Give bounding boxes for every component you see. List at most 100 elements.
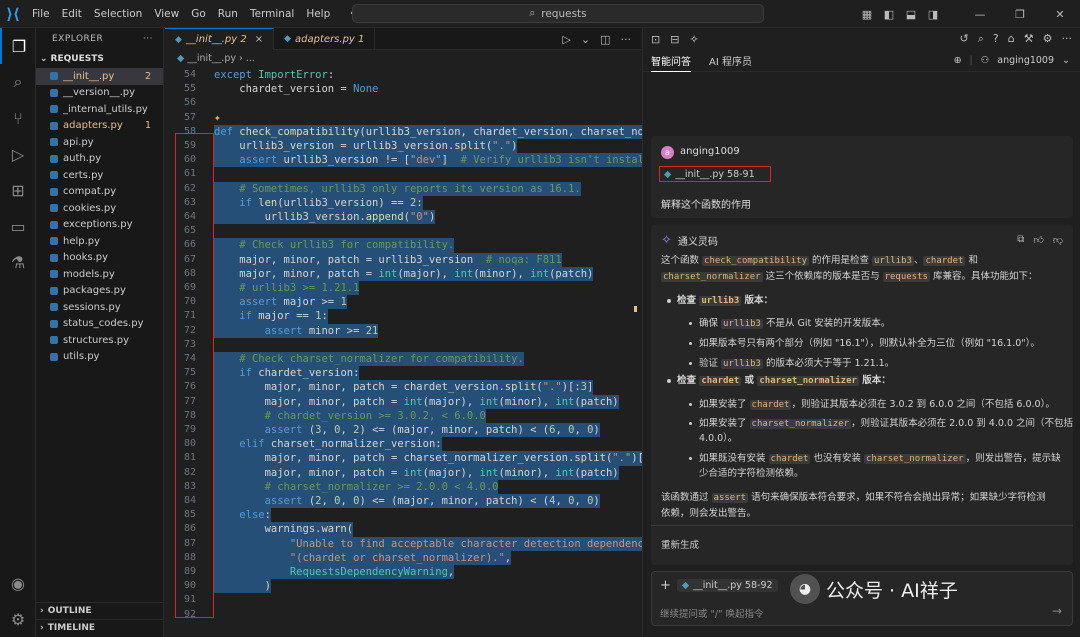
file-item[interactable]: help.py [36,233,163,250]
user-menu[interactable]: ⊕ | ⚇ anging1009 ⌄ [954,55,1070,66]
tab-ai-coder[interactable]: AI 程序员 [709,53,752,68]
more-actions-icon[interactable]: ··· [621,33,632,46]
folder-requests[interactable]: ⌄ REQUESTS [36,50,163,68]
tab-adapters-py[interactable]: ◆ adapters.py 1 [274,28,376,50]
code-line[interactable]: 90 ) [165,579,641,594]
file-item[interactable]: utils.py [36,349,163,366]
run-debug-icon[interactable]: ▷ [0,136,36,172]
code-line[interactable]: 65 [165,224,641,238]
file-item[interactable]: packages.py [36,283,163,300]
file-item[interactable]: cookies.py [36,200,163,217]
code-line[interactable]: 58 def check_compatibility(urllib3_versio… [165,124,682,139]
command-center-search[interactable]: ⌕ requests [352,4,764,23]
code-line[interactable]: 54 except ImportError: [165,68,641,82]
code-line[interactable]: 66 # Check urllib3 for compatibility. [165,238,641,253]
code-line[interactable]: 81 major, minor, patch = charset_normali… [165,451,663,466]
toggle-panel-icon[interactable]: ⬓ [900,8,922,21]
code-line[interactable]: 80 elif charset_normalizer_version: [165,437,641,452]
chevron-down-icon[interactable]: ⌄ [581,33,590,46]
code-line[interactable]: 62 # Sometimes, urllib3 only reports its… [165,181,641,196]
code-line[interactable]: 69 # urllib3 >= 1.21.1 [165,281,641,296]
code-line[interactable]: 89 RequestsDependencyWarning, [165,565,641,580]
menu-item-go[interactable]: Go [185,8,212,20]
tongyi-logo-icon[interactable]: ✧ [689,33,698,46]
code-line[interactable]: 77 major, minor, patch = int(major), int… [165,394,641,409]
code-line[interactable]: 79 assert (3, 0, 2) <= (major, minor, pa… [165,423,641,438]
extensions-icon[interactable]: ⊞ [0,172,36,208]
code-line[interactable]: 74 # Check charset_normalizer for compat… [165,352,641,367]
timeline-section[interactable]: › TIMELINE [36,619,164,636]
code-line[interactable]: 59 urllib3_version = urllib3_version.spl… [165,139,641,154]
run-icon[interactable]: ▷ [562,33,570,46]
file-item[interactable]: hooks.py [36,250,163,267]
settings-gear-icon[interactable]: ⚙ [0,601,36,637]
account-icon[interactable]: ◉ [0,565,36,601]
code-line[interactable]: 60 assert urllib3_version != ["dev"] # V… [165,153,682,168]
menu-item-run[interactable]: Run [212,8,244,20]
code-line[interactable]: 72 assert minor >= 21 [165,323,641,338]
menu-item-edit[interactable]: Edit [56,8,88,20]
breadcrumb-symbol[interactable]: ... [246,53,255,64]
code-line[interactable]: 57 [165,111,641,125]
source-control-icon[interactable]: ⑂ [0,100,36,136]
menu-item-selection[interactable]: Selection [88,8,148,20]
outline-section[interactable]: › OUTLINE [36,602,164,619]
new-chat-icon[interactable]: ⊕ [954,55,962,66]
file-item[interactable]: sessions.py [36,299,163,316]
file-item[interactable]: exceptions.py [36,217,163,234]
file-item[interactable]: __init__.py 2 [36,68,163,85]
minimize-icon[interactable]: — [960,8,1000,21]
file-item[interactable]: __version__.py [36,85,163,102]
code-editor[interactable]: ✦ ⟲ ⌄ 54except ImportError:55 chardet_ve… [165,66,682,635]
layout-icon[interactable]: ▦ [856,8,878,21]
code-line[interactable]: 87 "Unable to find acceptable character … [165,536,663,551]
code-line[interactable]: 61 [165,167,641,181]
code-line[interactable]: 84 assert (2, 0, 0) <= (major, minor, pa… [165,494,641,509]
toggle-secondary-sidebar-icon[interactable]: ◨ [922,8,944,21]
code-line[interactable]: 82 major, minor, patch = int(major), int… [165,465,641,480]
code-line[interactable]: 71 if major == 1: [165,309,641,324]
thumbs-down-icon[interactable]: 👎︎ [1053,234,1063,246]
input-reference-chip[interactable]: ◆ __init__.py 58-92 [676,579,778,592]
close-icon[interactable]: ✕ [1040,8,1080,21]
code-line[interactable]: 76 major, minor, patch = chardet_version… [165,380,641,395]
code-line[interactable]: 92 [165,608,641,622]
code-line[interactable]: 83 # charset_normalizer >= 2.0.0 < 4.0.0 [165,479,641,494]
file-item[interactable]: status_codes.py [36,316,163,333]
menu-item-help[interactable]: Help [300,8,336,20]
more-actions-icon[interactable]: ··· [143,34,153,44]
search-view-icon[interactable]: ⌕ [0,64,36,100]
file-item[interactable]: certs.py [36,167,163,184]
testing-icon[interactable]: ⚗ [0,244,36,280]
code-line[interactable]: 56 [165,96,641,110]
panel-icon-a[interactable]: ⊡ [651,33,660,46]
copy-icon[interactable]: ⧉ [1017,234,1024,246]
file-item[interactable]: adapters.py 1 [36,118,163,135]
wrench-icon[interactable]: ⚒ [1024,32,1034,46]
code-line[interactable]: 55 chardet_version = None [165,82,641,96]
tab-qa[interactable]: 智能问答 [651,50,691,72]
code-line[interactable]: 63 if len(urllib3_version) == 2: [165,195,641,210]
maximize-icon[interactable]: ❐ [1000,8,1040,21]
panel-icon-b[interactable]: ⊟ [670,33,679,46]
file-item[interactable]: auth.py [36,151,163,168]
code-line[interactable]: 64 urllib3_version.append("0") [165,210,641,225]
send-icon[interactable]: → [1052,604,1062,618]
help-icon[interactable]: ? [993,32,999,46]
menu-item-view[interactable]: View [148,8,185,20]
add-context-icon[interactable]: + [660,578,671,593]
code-line[interactable]: 88 "(chardet or charset_normalizer).", [165,550,641,565]
explorer-icon[interactable]: ❐ [0,28,36,64]
file-item[interactable]: api.py [36,134,163,151]
code-line[interactable]: 67 major, minor, patch = urllib3_version… [165,252,641,267]
more-actions-icon[interactable]: ··· [1062,32,1073,46]
code-line[interactable]: 86 warnings.warn( [165,522,641,537]
code-reference-chip[interactable]: ◆ __init__.py 58-91 [659,166,771,182]
thumbs-up-icon[interactable]: 👍︎ [1033,234,1043,246]
toggle-sidebar-icon[interactable]: ◧ [878,8,900,21]
code-line[interactable]: 70 assert major >= 1 [165,295,641,310]
regenerate-button[interactable]: 重新生成 [661,537,699,551]
menu-item-terminal[interactable]: Terminal [244,8,300,20]
code-line[interactable]: 73 [165,338,641,352]
remote-explorer-icon[interactable]: ▭ [0,208,36,244]
